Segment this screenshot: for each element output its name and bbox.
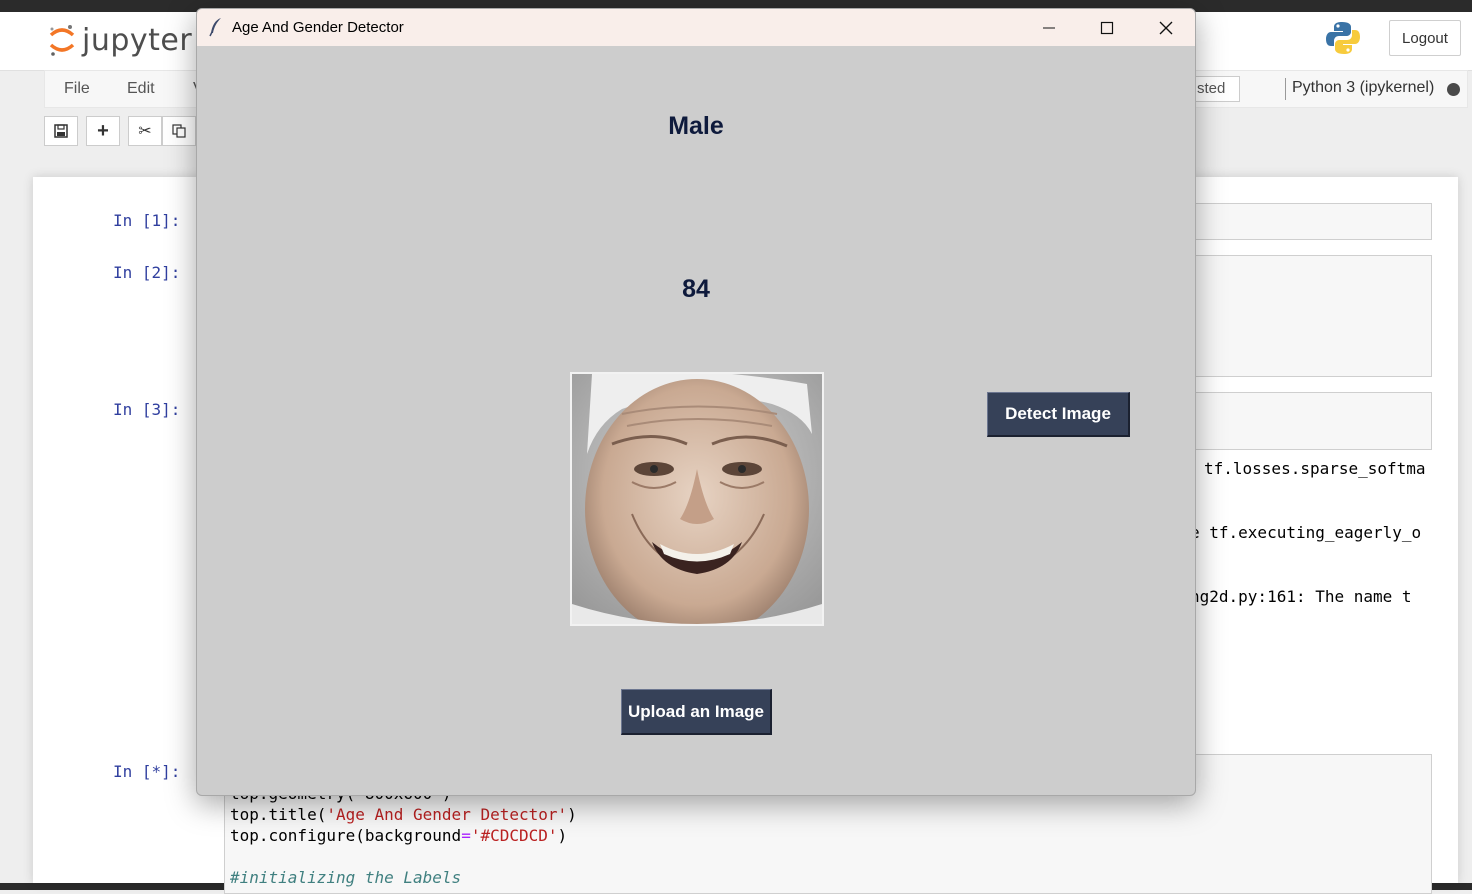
code-cell-input[interactable] (1190, 392, 1432, 450)
kernel-name: Python 3 (ipykernel) (1292, 79, 1435, 96)
cell-output-line: ng2d.py:161: The name t (1190, 587, 1412, 606)
save-icon (54, 124, 68, 138)
code-cell-input[interactable] (1190, 203, 1432, 240)
code-text: top.configure(background (230, 826, 462, 845)
uploaded-face-image (570, 372, 824, 626)
cell-output-line: tf.losses.sparse_softma (1204, 459, 1426, 478)
python-logo-icon (1325, 20, 1361, 56)
detect-image-button[interactable]: Detect Image (987, 392, 1130, 437)
save-button[interactable] (44, 116, 78, 146)
menu-edit[interactable]: Edit (127, 80, 155, 98)
code-string: '#CDCDCD' (470, 826, 558, 845)
maximize-icon (1100, 21, 1114, 34)
code-line: #initializing the Labels (230, 868, 461, 887)
age-label: 84 (682, 275, 710, 303)
code-line: top.configure(background='#CDCDCD') (230, 826, 567, 845)
upload-image-button[interactable]: Upload an Image (621, 689, 772, 735)
minimize-icon (1043, 27, 1055, 28)
code-line: top.title('Age And Gender Detector') (230, 805, 577, 824)
window-titlebar[interactable]: Age And Gender Detector (197, 9, 1195, 46)
code-operator: = (461, 826, 471, 845)
maximize-button[interactable] (1078, 9, 1136, 46)
code-text: ) (567, 805, 577, 824)
tk-feather-icon (209, 17, 223, 37)
window-title: Age And Gender Detector (232, 19, 404, 36)
cell-prompt: In [3]: (113, 400, 181, 419)
scissors-icon: ✂ (138, 123, 152, 140)
kernel-separator (1285, 78, 1286, 100)
copy-button[interactable] (162, 116, 196, 146)
cell-prompt: In [2]: (113, 263, 181, 282)
close-icon (1159, 21, 1173, 34)
logout-button[interactable]: Logout (1389, 20, 1461, 56)
copy-icon (172, 124, 186, 138)
code-text: ) (557, 826, 568, 845)
jupyter-logo-icon (48, 23, 76, 57)
close-button[interactable] (1137, 9, 1195, 46)
code-text: top.title( (230, 805, 327, 824)
age-gender-detector-window: Age And Gender Detector Male 84 Detect I… (196, 8, 1196, 796)
cell-prompt: In [1]: (113, 211, 181, 230)
kernel-status-indicator (1447, 83, 1460, 96)
cell-output-line: e tf.executing_eagerly_o (1190, 523, 1422, 542)
jupyter-logo-text: jupyter (82, 22, 193, 58)
gender-label: Male (668, 112, 724, 140)
code-string: 'Age And Gender Detector' (326, 805, 568, 824)
code-cell-input[interactable] (1190, 255, 1432, 377)
minimize-button[interactable] (1020, 9, 1078, 46)
jupyter-logo[interactable]: jupyter (48, 20, 192, 60)
insert-cell-button[interactable]: + (86, 116, 120, 146)
face-photo (572, 374, 822, 624)
menu-file[interactable]: File (64, 80, 90, 98)
plus-icon: + (97, 119, 109, 142)
code-comment: #initializing the Labels (230, 868, 462, 887)
cut-button[interactable]: ✂ (128, 116, 162, 146)
cell-prompt: In [*]: (113, 762, 181, 781)
